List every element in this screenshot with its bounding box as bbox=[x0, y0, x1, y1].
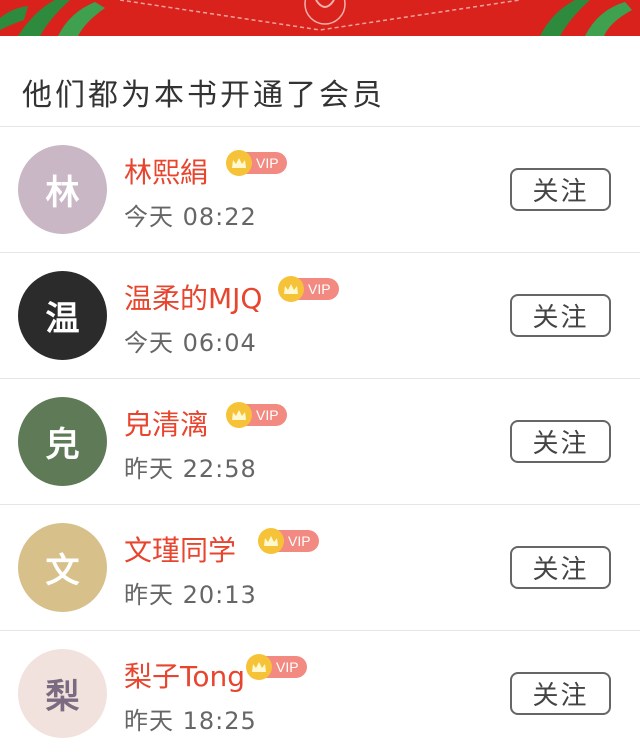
crown-icon bbox=[278, 276, 304, 302]
member-name[interactable]: 梨子Tong bbox=[124, 655, 245, 695]
member-time: 昨天 20:13 bbox=[124, 581, 257, 609]
member-time: 昨天 22:58 bbox=[124, 455, 257, 483]
member-time: 今天 06:04 bbox=[124, 329, 257, 357]
member-row: 梨 梨子Tong VIP 昨天 18:25 关注 bbox=[0, 631, 640, 756]
avatar-initial: 皃 bbox=[45, 425, 80, 465]
follow-button[interactable]: 关注 bbox=[510, 546, 611, 589]
vip-badge: VIP bbox=[226, 150, 287, 176]
avatar-initial: 文 bbox=[45, 551, 80, 591]
member-name[interactable]: 文瑾同学 bbox=[124, 529, 236, 569]
crown-icon bbox=[246, 654, 272, 680]
section-title: 他们都为本书开通了会员 bbox=[22, 78, 385, 113]
follow-button[interactable]: 关注 bbox=[510, 294, 611, 337]
avatar-initial: 温 bbox=[45, 299, 80, 339]
vip-badge: VIP bbox=[226, 402, 287, 428]
member-row: 文 文瑾同学 VIP 昨天 20:13 关注 bbox=[0, 505, 640, 631]
crown-icon bbox=[258, 528, 284, 554]
follow-button[interactable]: 关注 bbox=[510, 672, 611, 715]
avatar-initial: 林 bbox=[45, 173, 80, 213]
member-name[interactable]: 皃清漓 bbox=[124, 403, 208, 443]
crown-icon bbox=[226, 402, 252, 428]
banner-decoration bbox=[0, 0, 632, 36]
member-row: 温 温柔的MJQ VIP 今天 06:04 关注 bbox=[0, 253, 640, 379]
crown-icon bbox=[226, 150, 252, 176]
member-row: 林 林熙絹 VIP 今天 08:22 关注 bbox=[0, 127, 640, 253]
member-list: 林 林熙絹 VIP 今天 08:22 关注 温 温柔的MJQ VIP 今天 06… bbox=[0, 127, 640, 756]
avatar[interactable]: 文 bbox=[18, 523, 107, 612]
avatar[interactable]: 梨 bbox=[18, 649, 107, 738]
avatar-initial: 梨 bbox=[45, 677, 80, 717]
avatar[interactable]: 林 bbox=[18, 145, 107, 234]
vip-badge: VIP bbox=[278, 276, 339, 302]
vip-badge: VIP bbox=[246, 654, 307, 680]
member-name[interactable]: 林熙絹 bbox=[124, 151, 208, 191]
member-name[interactable]: 温柔的MJQ bbox=[124, 277, 262, 317]
member-row: 皃 皃清漓 VIP 昨天 22:58 关注 bbox=[0, 379, 640, 505]
member-time: 昨天 18:25 bbox=[124, 707, 257, 735]
top-banner bbox=[0, 0, 640, 36]
member-time: 今天 08:22 bbox=[124, 203, 257, 231]
follow-button[interactable]: 关注 bbox=[510, 168, 611, 211]
vip-badge: VIP bbox=[258, 528, 319, 554]
avatar[interactable]: 温 bbox=[18, 271, 107, 360]
avatar[interactable]: 皃 bbox=[18, 397, 107, 486]
follow-button[interactable]: 关注 bbox=[510, 420, 611, 463]
